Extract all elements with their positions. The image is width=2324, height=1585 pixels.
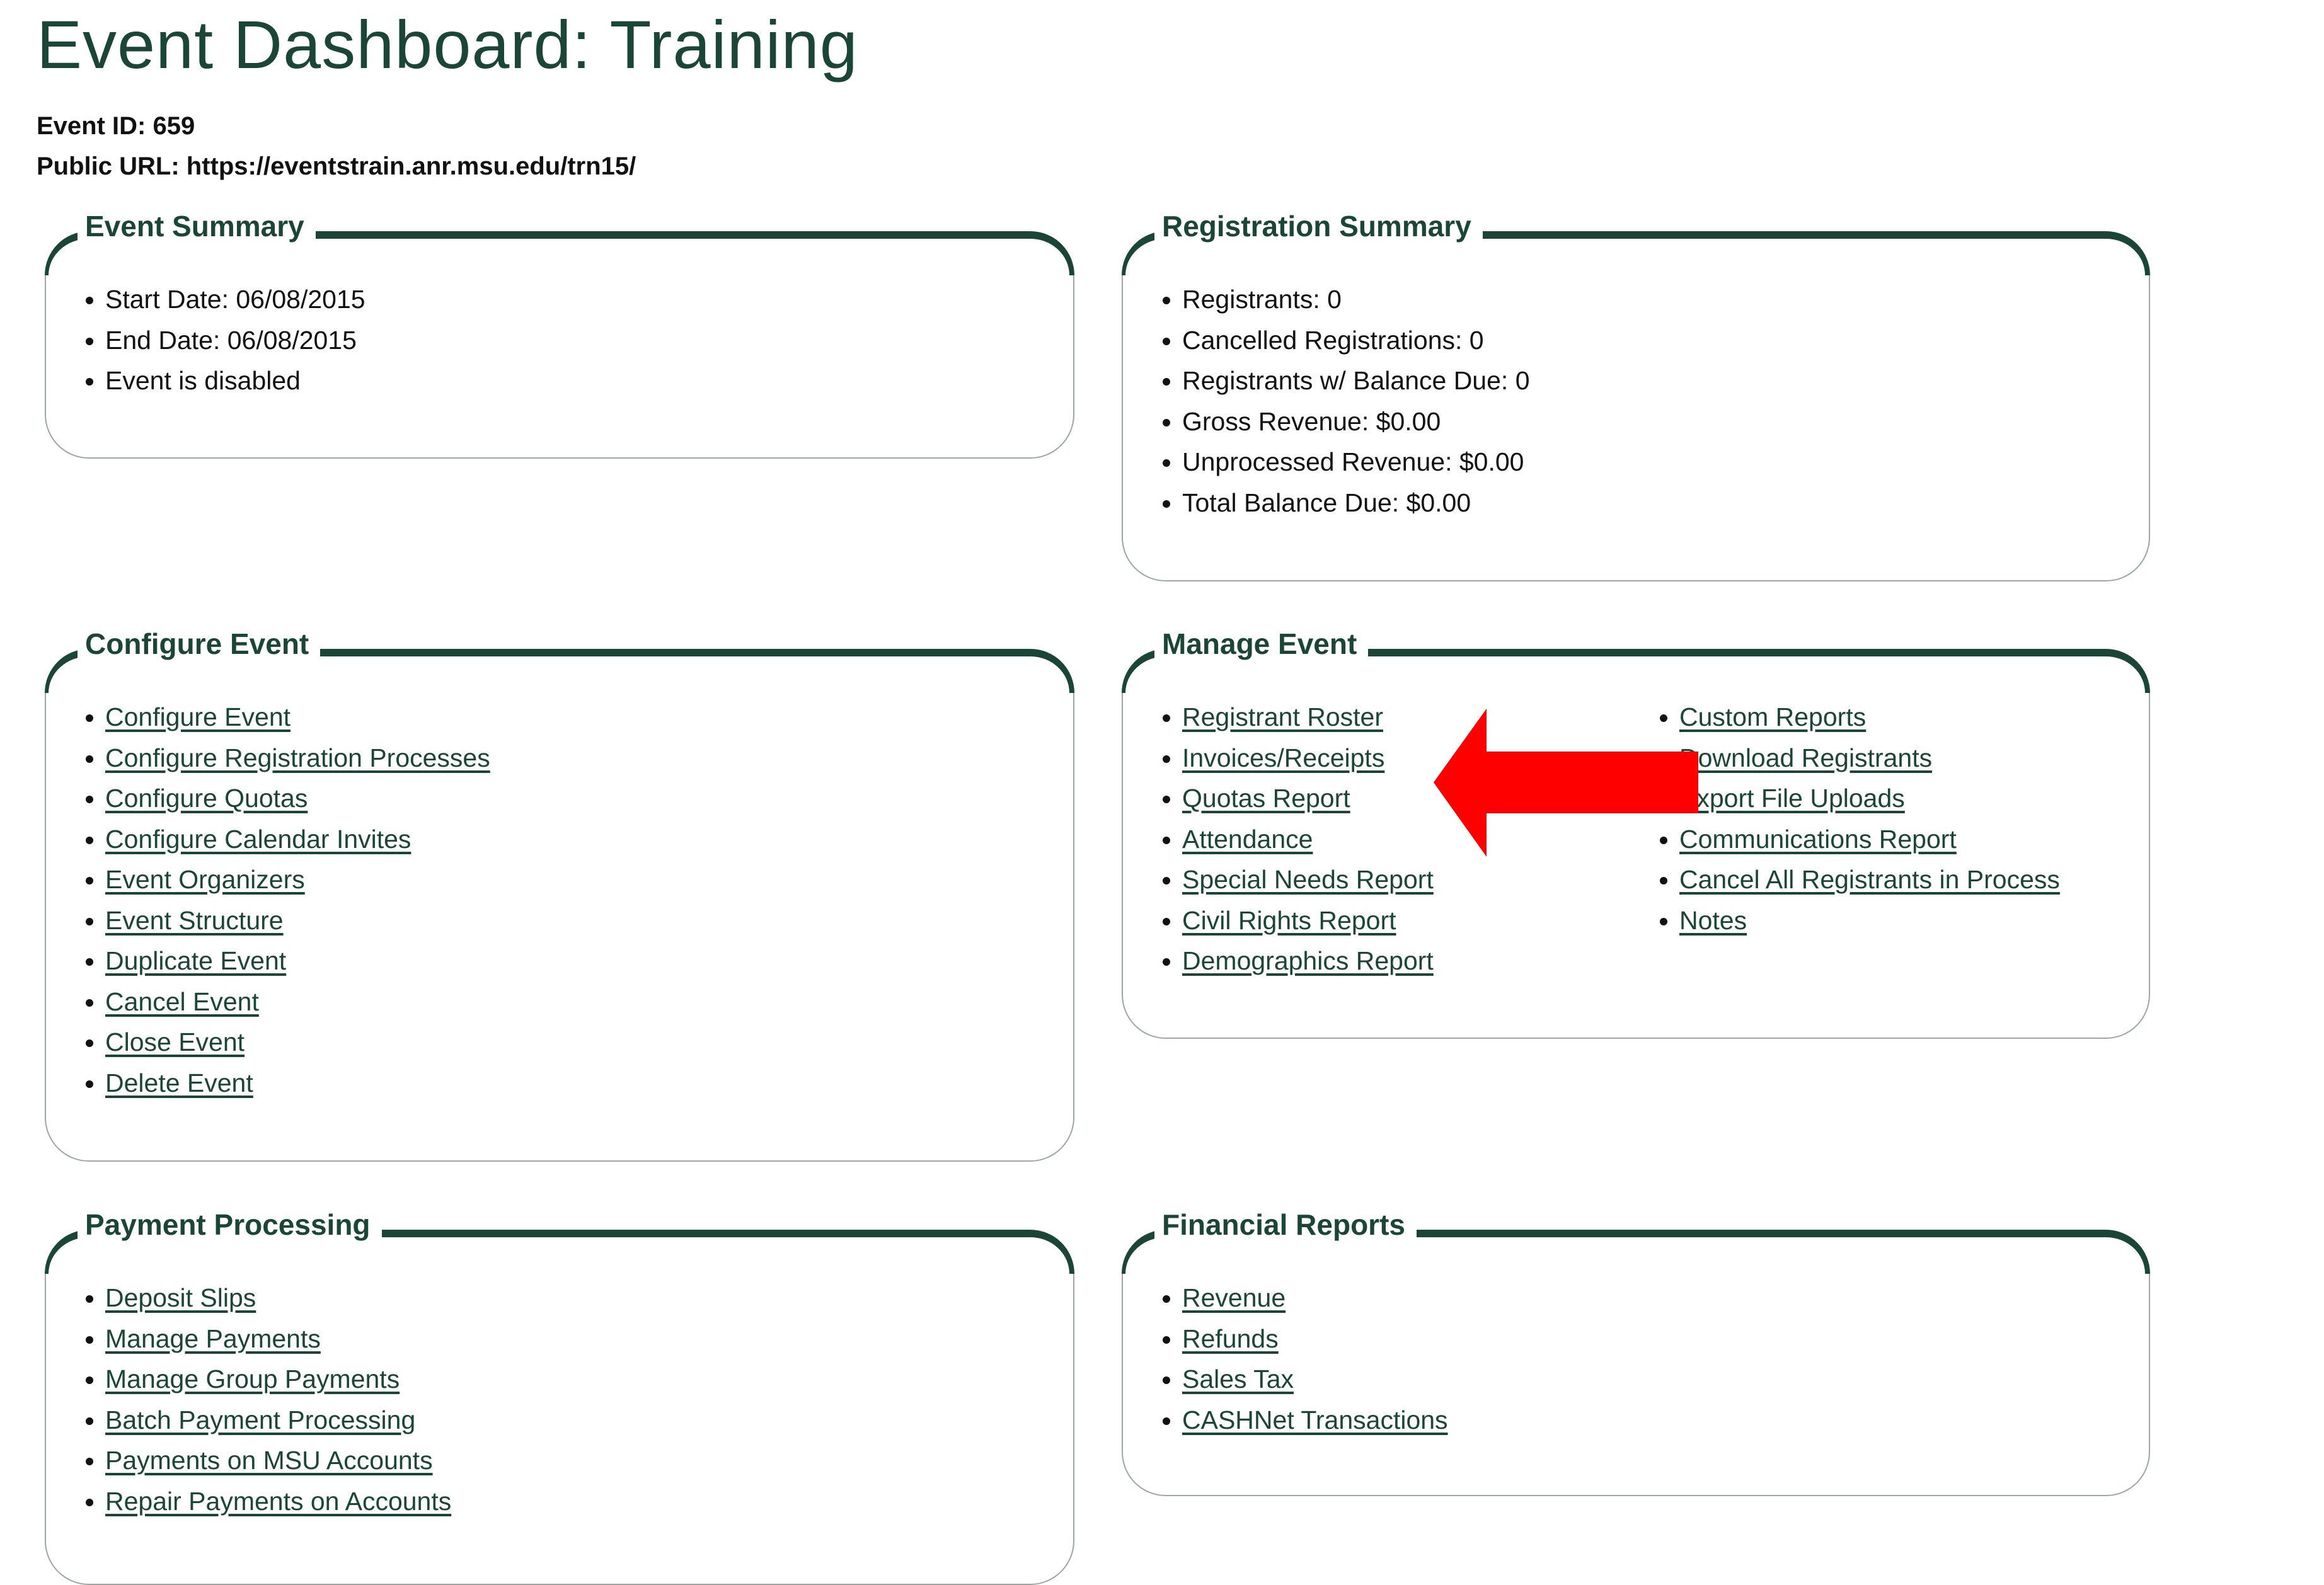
list-item: Gross Revenue: $0.00 [1182, 401, 1530, 442]
panel-title: Registration Summary [1154, 207, 1483, 245]
configure-event-list: Configure Event Configure Registration P… [75, 697, 490, 1103]
export-file-uploads-link[interactable]: Export File Uploads [1679, 784, 1905, 813]
manage-group-payments-link[interactable]: Manage Group Payments [105, 1365, 400, 1393]
batch-payment-processing-link[interactable]: Batch Payment Processing [105, 1405, 415, 1434]
custom-reports-link[interactable]: Custom Reports [1679, 702, 1866, 731]
arrow-shape [1434, 709, 1698, 857]
civil-rights-report-link[interactable]: Civil Rights Report [1182, 906, 1396, 935]
cashnet-transactions-link[interactable]: CASHNet Transactions [1182, 1405, 1448, 1434]
payment-processing-panel: Payment Processing Deposit Slips Manage … [45, 1206, 1074, 1585]
payments-on-msu-accounts-link[interactable]: Payments on MSU Accounts [105, 1446, 433, 1475]
list-item: Registrants: 0 [1182, 279, 1530, 320]
configure-quotas-link[interactable]: Configure Quotas [105, 784, 308, 813]
financial-reports-list: Revenue Refunds Sales Tax CASHNet Transa… [1152, 1278, 1448, 1440]
list-item: End Date: 06/08/2015 [105, 320, 365, 361]
cancel-event-link[interactable]: Cancel Event [105, 987, 259, 1016]
list-item: Event is disabled [105, 360, 365, 401]
configure-event-link[interactable]: Configure Event [105, 702, 290, 731]
invoices-receipts-link[interactable]: Invoices/Receipts [1182, 743, 1384, 772]
revenue-link[interactable]: Revenue [1182, 1283, 1286, 1312]
financial-reports-panel: Financial Reports Revenue Refunds Sales … [1122, 1206, 2150, 1496]
notes-link[interactable]: Notes [1679, 906, 1747, 935]
event-id: Event ID: 659 [37, 112, 195, 140]
attendance-link[interactable]: Attendance [1182, 825, 1313, 854]
event-summary-panel: Event Summary Start Date: 06/08/2015 End… [45, 207, 1074, 459]
configure-registration-processes-link[interactable]: Configure Registration Processes [105, 743, 490, 772]
special-needs-report-link[interactable]: Special Needs Report [1182, 865, 1434, 894]
event-structure-link[interactable]: Event Structure [105, 906, 284, 935]
quotas-report-link[interactable]: Quotas Report [1182, 784, 1350, 813]
list-item: Registrants w/ Balance Due: 0 [1182, 360, 1530, 401]
communications-report-link[interactable]: Communications Report [1679, 825, 1957, 854]
event-organizers-link[interactable]: Event Organizers [105, 865, 305, 894]
manage-payments-link[interactable]: Manage Payments [105, 1324, 321, 1353]
panel-title: Manage Event [1154, 625, 1369, 663]
list-item: Cancelled Registrations: 0 [1182, 320, 1530, 361]
panel-title: Financial Reports [1154, 1206, 1417, 1244]
list-item: Unprocessed Revenue: $0.00 [1182, 442, 1530, 483]
manage-event-list-col2: Custom Reports Download Registrants Expo… [1649, 697, 2060, 941]
refunds-link[interactable]: Refunds [1182, 1324, 1279, 1353]
red-arrow-left-icon [1434, 709, 1698, 857]
registration-summary-panel: Registration Summary Registrants: 0 Canc… [1122, 207, 2150, 581]
page-title: Event Dashboard: Training [37, 6, 858, 83]
configure-event-panel: Configure Event Configure Event Configur… [45, 625, 1074, 1162]
public-url: Public URL: https://eventstrain.anr.msu.… [37, 152, 636, 180]
list-item: Total Balance Due: $0.00 [1182, 483, 1530, 524]
payment-processing-list: Deposit Slips Manage Payments Manage Gro… [75, 1278, 451, 1521]
registration-summary-list: Registrants: 0 Cancelled Registrations: … [1152, 279, 1530, 523]
panel-title: Payment Processing [78, 1206, 382, 1244]
demographics-report-link[interactable]: Demographics Report [1182, 946, 1434, 975]
cancel-all-registrants-link[interactable]: Cancel All Registrants in Process [1679, 865, 2060, 894]
sales-tax-link[interactable]: Sales Tax [1182, 1365, 1294, 1393]
list-item: Start Date: 06/08/2015 [105, 279, 365, 320]
registrant-roster-link[interactable]: Registrant Roster [1182, 702, 1383, 731]
configure-calendar-invites-link[interactable]: Configure Calendar Invites [105, 825, 411, 854]
manage-event-list-col1: Registrant Roster Invoices/Receipts Quot… [1152, 697, 1434, 981]
download-registrants-link[interactable]: Download Registrants [1679, 743, 1932, 772]
panel-title: Configure Event [78, 625, 321, 663]
repair-payments-on-accounts-link[interactable]: Repair Payments on Accounts [105, 1487, 451, 1516]
duplicate-event-link[interactable]: Duplicate Event [105, 946, 286, 975]
delete-event-link[interactable]: Delete Event [105, 1068, 253, 1097]
close-event-link[interactable]: Close Event [105, 1027, 244, 1056]
deposit-slips-link[interactable]: Deposit Slips [105, 1283, 256, 1312]
event-summary-list: Start Date: 06/08/2015 End Date: 06/08/2… [75, 279, 365, 401]
panel-title: Event Summary [78, 207, 316, 245]
